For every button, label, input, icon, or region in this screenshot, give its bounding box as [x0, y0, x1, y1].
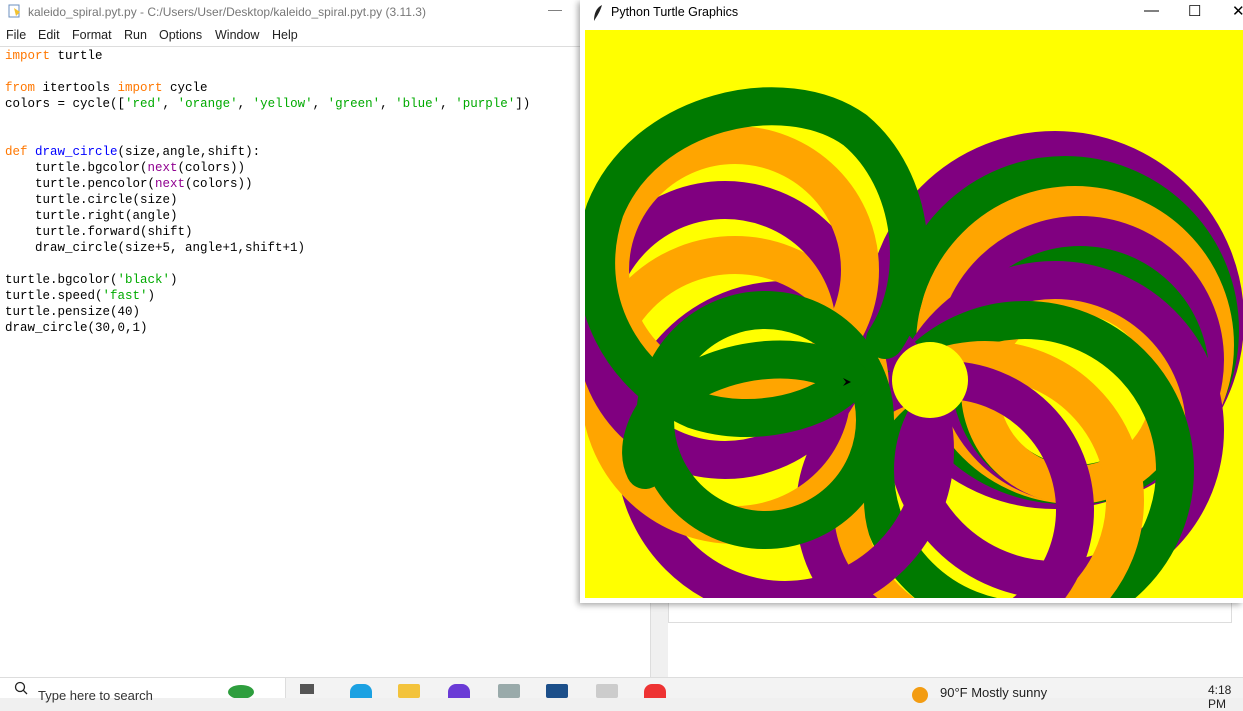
feather-icon [594, 5, 602, 21]
string-literal: 'yellow' [252, 97, 313, 111]
string-literal: 'purple' [455, 97, 516, 111]
menu-edit[interactable]: Edit [38, 28, 60, 42]
mail-icon[interactable] [546, 684, 568, 698]
turtle-drawing [585, 87, 1243, 598]
keyword: def [5, 145, 28, 159]
menu-format[interactable]: Format [72, 28, 112, 42]
task-view-icon[interactable] [300, 684, 314, 694]
code-text: , [237, 97, 253, 111]
turtle-graphics-window: Python Turtle Graphics — ☐ ✕ [580, 0, 1243, 603]
string-literal: 'blue' [395, 97, 441, 111]
app-icon[interactable] [448, 684, 470, 698]
spiral-center [892, 342, 968, 418]
turtle-title-bar: Python Turtle Graphics — ☐ ✕ [580, 0, 1243, 26]
string-literal: 'green' [327, 97, 381, 111]
code-text: , [312, 97, 328, 111]
code-line: turtle.forward(shift) [5, 225, 193, 239]
code-line: turtle.speed('fast') [5, 288, 655, 304]
code-line: turtle.pensize(40) [5, 305, 141, 319]
builtin: next [155, 177, 186, 191]
turtle-window-title: Python Turtle Graphics [611, 5, 739, 19]
turtle-canvas[interactable] [585, 30, 1243, 598]
code-text: cycle [162, 81, 208, 95]
keyword: import [117, 81, 163, 95]
turtle-maximize-button[interactable]: ☐ [1188, 2, 1201, 20]
menu-file[interactable]: File [6, 28, 26, 42]
code-line: turtle.pencolor(next(colors)) [5, 176, 655, 192]
idle-editor-window: kaleido_spiral.pyt.py - C:/Users/User/De… [0, 0, 669, 697]
idle-minimize-button[interactable]: — [548, 1, 562, 17]
taskbar: Type here to search 90°F Mostly sunny 4:… [0, 677, 1243, 711]
string-literal: 'black' [117, 273, 171, 287]
code-text: , [380, 97, 396, 111]
app-icon[interactable] [498, 684, 520, 698]
code-text: colors = cycle([ [5, 97, 126, 111]
code-text: turtle.speed( [5, 289, 103, 303]
code-text: (colors)) [185, 177, 253, 191]
function-name: draw_circle [35, 145, 118, 159]
code-line: colors = cycle(['red', 'orange', 'yellow… [5, 96, 655, 112]
turtle-close-button[interactable]: ✕ [1232, 2, 1243, 20]
code-text: turtle.bgcolor( [5, 161, 148, 175]
document-icon[interactable] [596, 684, 618, 698]
idle-app-icon [8, 4, 20, 18]
taskbar-clock[interactable]: 4:18 PM [1208, 683, 1243, 711]
menu-options[interactable]: Options [159, 28, 202, 42]
code-text: ) [170, 273, 178, 287]
taskbar-search-box[interactable]: Type here to search [0, 678, 286, 703]
code-text: (size,angle,shift): [117, 145, 261, 159]
code-text: turtle.bgcolor( [5, 273, 118, 287]
code-line: from itertools import cycle [5, 80, 655, 96]
code-line: draw_circle(30,0,1) [5, 321, 148, 335]
string-literal: 'fast' [102, 289, 148, 303]
turtle-minimize-button[interactable]: — [1144, 2, 1159, 19]
idle-title-bar: kaleido_spiral.pyt.py - C:/Users/User/De… [0, 0, 668, 24]
menu-run[interactable]: Run [124, 28, 147, 42]
code-line: turtle.right(angle) [5, 209, 178, 223]
code-line: turtle.bgcolor('black') [5, 272, 655, 288]
search-placeholder: Type here to search [38, 688, 153, 703]
keyword: import [5, 49, 51, 63]
code-text: , [440, 97, 456, 111]
string-literal: 'orange' [177, 97, 238, 111]
edge-icon[interactable] [350, 684, 372, 698]
file-explorer-icon[interactable] [398, 684, 420, 698]
string-literal: 'red' [125, 97, 163, 111]
keyword: from [5, 81, 36, 95]
code-text: itertools [35, 81, 118, 95]
weather-cloud-icon [228, 685, 254, 698]
code-line: turtle.bgcolor(next(colors)) [5, 160, 655, 176]
weather-text[interactable]: 90°F Mostly sunny [940, 685, 1047, 700]
code-text: ]) [515, 97, 531, 111]
code-text: turtle [50, 49, 103, 63]
code-line: import turtle [5, 48, 655, 64]
chrome-icon[interactable] [644, 684, 666, 698]
code-line: def draw_circle(size,angle,shift): [5, 144, 655, 160]
idle-menu-bar: File Edit Format Run Options Window Help [0, 26, 668, 46]
menu-window[interactable]: Window [215, 28, 259, 42]
code-text: (colors)) [177, 161, 246, 175]
code-editor[interactable]: import turtle from itertools import cycl… [5, 48, 655, 336]
code-line: turtle.circle(size) [5, 193, 178, 207]
menu-separator [0, 46, 668, 47]
builtin: next [147, 161, 178, 175]
code-text: ) [147, 289, 156, 303]
code-text: turtle.pencolor( [5, 177, 156, 191]
search-icon [14, 681, 28, 695]
background-window-panel [668, 600, 1232, 623]
menu-help[interactable]: Help [272, 28, 298, 42]
idle-window-title: kaleido_spiral.pyt.py - C:/Users/User/De… [28, 5, 426, 19]
code-text: , [162, 97, 178, 111]
weather-icon [912, 687, 928, 703]
code-line: draw_circle(size+5, angle+1,shift+1) [5, 241, 306, 255]
